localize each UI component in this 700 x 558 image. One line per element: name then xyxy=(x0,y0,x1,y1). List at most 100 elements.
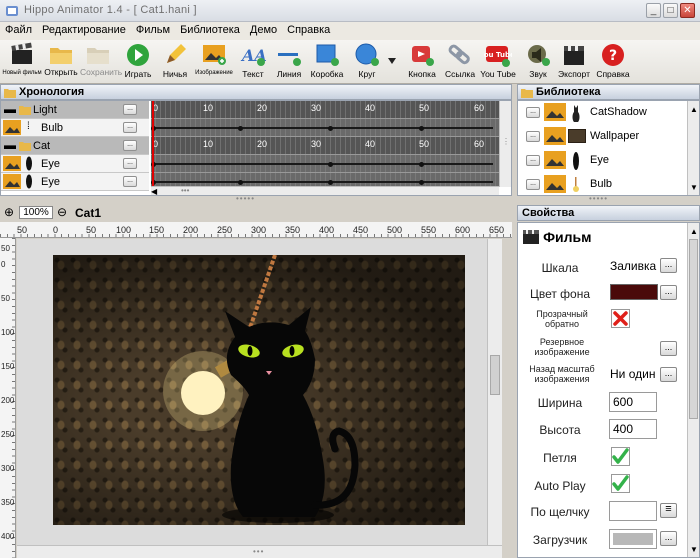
timeline-layer-cat[interactable]: ▬ Cat ... xyxy=(1,137,149,155)
light-bulb[interactable] xyxy=(181,371,225,415)
menu-movie[interactable]: Фильм xyxy=(131,22,175,38)
width-input[interactable]: 600 xyxy=(609,392,657,412)
open-button[interactable]: Открыть xyxy=(42,40,80,84)
library-item[interactable]: ... Eye xyxy=(518,149,686,173)
text-button[interactable]: AA Текст xyxy=(236,40,270,84)
youtube-button[interactable]: You Tube You Tube xyxy=(478,40,518,84)
onclick-input[interactable] xyxy=(609,501,657,521)
library-folder-icon xyxy=(521,89,533,98)
button-tool-button[interactable]: Кнопка xyxy=(404,40,440,84)
stage-workarea[interactable] xyxy=(17,239,502,545)
stage-hscroll[interactable]: ••• xyxy=(17,545,502,558)
timeline-item-bulb[interactable]: ⁞ Bulb ... xyxy=(1,119,149,137)
keyframe[interactable] xyxy=(419,126,424,131)
item-options-button[interactable]: ... xyxy=(123,122,137,133)
pencil-icon xyxy=(167,44,186,63)
line-button[interactable]: Линия xyxy=(272,40,306,84)
library-item[interactable]: ... Wallpaper xyxy=(518,125,686,149)
zoom-in-icon[interactable]: ⊕ xyxy=(4,205,14,219)
item-options-button[interactable]: ... xyxy=(123,176,137,187)
menu-file[interactable]: Файл xyxy=(0,22,37,38)
keyframe[interactable] xyxy=(238,126,243,131)
keyframe[interactable] xyxy=(419,180,424,185)
cat[interactable] xyxy=(225,307,359,517)
library-item[interactable]: ... Bulb xyxy=(518,173,686,195)
new-movie-button[interactable]: Новый фильм xyxy=(2,40,42,84)
zoom-field[interactable]: 100% xyxy=(19,206,53,219)
stage-canvas[interactable] xyxy=(53,255,465,525)
autoplay-checkbox[interactable] xyxy=(611,474,630,493)
library-item-options-button[interactable]: ... xyxy=(526,131,540,142)
onclick-list-icon[interactable]: ≡ xyxy=(660,503,677,518)
keyframe[interactable] xyxy=(328,126,333,131)
save-button[interactable]: Сохранить xyxy=(80,40,122,84)
scale-value[interactable]: Заливка xyxy=(610,259,656,273)
library-item-options-button[interactable]: ... xyxy=(526,107,540,118)
keyframe[interactable] xyxy=(238,180,243,185)
collapse-icon[interactable]: ▬ xyxy=(4,102,16,116)
image-button[interactable]: Изображение xyxy=(194,40,234,84)
properties-vscroll[interactable]: ▲ ▼ xyxy=(687,223,699,557)
close-button[interactable]: ✕ xyxy=(680,3,695,18)
timeline-splitter[interactable]: ••••• xyxy=(0,194,512,203)
clapperboard-icon xyxy=(523,230,539,244)
play-button[interactable]: Играть xyxy=(120,40,156,84)
library-item-options-button[interactable]: ... xyxy=(526,155,540,166)
minimize-button[interactable]: _ xyxy=(646,3,661,18)
image-thumb-icon xyxy=(544,103,566,121)
library-item-options-button[interactable]: ... xyxy=(526,179,540,190)
link-button[interactable]: Ссылка xyxy=(442,40,478,84)
backscale-options-button[interactable]: ... xyxy=(660,367,677,382)
layer-options-button[interactable]: ... xyxy=(123,140,137,151)
vertical-ruler: 50 0 50 100 150 200 250 300 350 400 xyxy=(0,238,16,558)
scale-options-button[interactable]: ... xyxy=(660,258,677,273)
item-options-button[interactable]: ... xyxy=(123,158,137,169)
loader-field[interactable] xyxy=(609,529,657,549)
maximize-button[interactable]: □ xyxy=(663,3,678,18)
backscale-value[interactable]: Ни один xyxy=(610,367,655,381)
zoom-out-icon[interactable]: ⊖ xyxy=(57,205,67,219)
help-button[interactable]: ? Справка xyxy=(594,40,632,84)
shape-dropdown-button[interactable] xyxy=(386,40,398,84)
keyframe[interactable] xyxy=(328,162,333,167)
playhead[interactable] xyxy=(152,101,154,187)
library-splitter[interactable]: ••••• xyxy=(517,194,700,203)
sound-button[interactable]: Звук xyxy=(522,40,554,84)
timeline-item-eye[interactable]: Eye ... xyxy=(1,155,149,173)
library-item[interactable]: ... CatShadow xyxy=(518,101,686,125)
keyframe[interactable] xyxy=(419,162,424,167)
menu-library[interactable]: Библиотека xyxy=(175,22,245,38)
track-bulb[interactable] xyxy=(151,119,499,137)
timeline-vscroll[interactable]: ⋮ xyxy=(499,101,511,187)
layer-folder-icon xyxy=(19,142,31,151)
timeline-item-eye[interactable]: Eye ... xyxy=(1,173,149,191)
layer-options-button[interactable]: ... xyxy=(123,104,137,115)
keyframe[interactable] xyxy=(328,180,333,185)
timeline-hscroll[interactable]: ◀ ••• xyxy=(151,186,499,195)
menu-edit[interactable]: Редактирование xyxy=(37,22,131,38)
brush-button[interactable]: Ничья xyxy=(158,40,192,84)
track-cat[interactable]: 0 10 20 30 40 50 60 xyxy=(151,137,499,155)
circle-button[interactable]: Круг xyxy=(350,40,384,84)
menu-demo[interactable]: Демо xyxy=(245,22,282,38)
box-button[interactable]: Коробка xyxy=(308,40,346,84)
loader-options-button[interactable]: ... xyxy=(660,531,677,546)
menu-help[interactable]: Справка xyxy=(282,22,335,38)
collapse-icon[interactable]: ▬ xyxy=(4,138,16,152)
bg-color-options-button[interactable]: ... xyxy=(660,285,677,300)
line-icon xyxy=(278,53,301,66)
fallback-image-button[interactable]: ... xyxy=(660,341,677,356)
library-vscroll[interactable]: ▲ ▼ xyxy=(687,101,699,195)
track-light[interactable]: 0 10 20 30 40 50 60 xyxy=(151,101,499,119)
bg-color-swatch[interactable] xyxy=(610,284,658,300)
autoplay-label: Auto Play xyxy=(534,479,586,493)
timeline-layer-light[interactable]: ▬ Light ... xyxy=(1,101,149,119)
transparent-checkbox[interactable] xyxy=(611,309,630,328)
height-input[interactable]: 400 xyxy=(609,419,657,439)
text-icon: AA xyxy=(240,46,266,66)
track-eye-1[interactable] xyxy=(151,155,499,173)
stage-vscroll[interactable] xyxy=(487,239,502,545)
export-button[interactable]: Экспорт xyxy=(556,40,592,84)
image-thumb-icon xyxy=(3,120,21,135)
loop-checkbox[interactable] xyxy=(611,447,630,466)
